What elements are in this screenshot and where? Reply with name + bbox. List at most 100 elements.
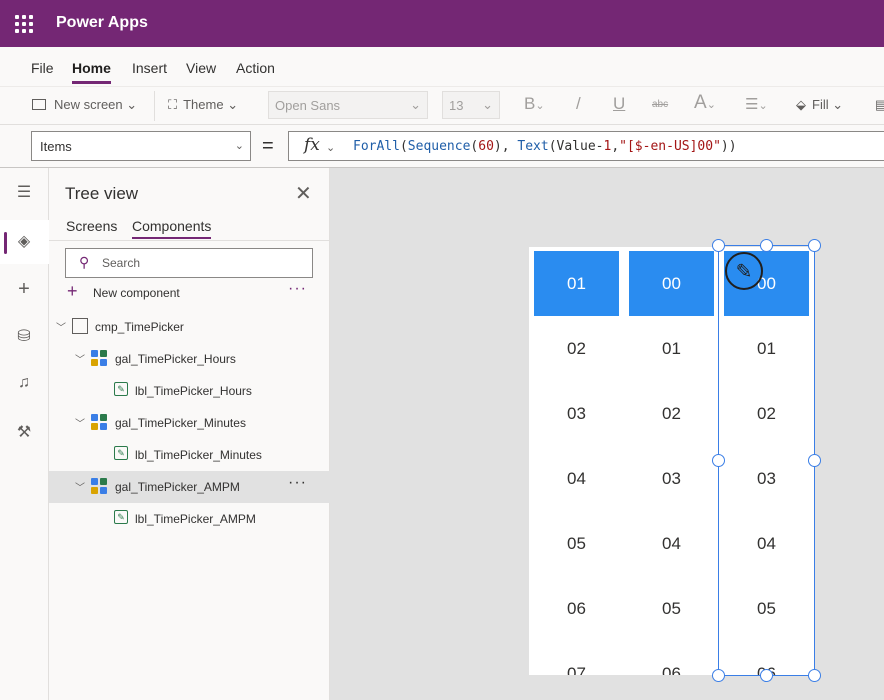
property-select[interactable]: Items ⌄ — [31, 131, 251, 161]
chevron-down-icon: ⌄ — [227, 97, 239, 112]
menu-file[interactable]: File — [31, 60, 54, 76]
formula-token: , — [611, 139, 620, 154]
fill-label: Fill — [812, 97, 829, 112]
gallery-item[interactable]: 06 — [529, 576, 624, 641]
gallery-item-selected[interactable]: 00 — [629, 251, 714, 316]
tree-node-gal-ampm[interactable]: ﹀ gal_TimePicker_AMPM ··· — [49, 471, 330, 503]
resize-handle[interactable] — [808, 239, 821, 252]
menu-insert[interactable]: Insert — [132, 60, 167, 76]
resize-handle[interactable] — [808, 454, 821, 467]
resize-handle[interactable] — [760, 239, 773, 252]
more-options-icon[interactable]: ··· — [288, 474, 307, 492]
app-launcher-icon[interactable] — [15, 15, 33, 33]
edit-pencil-icon[interactable]: ✎ — [725, 252, 763, 290]
tree-node-gal-hours[interactable]: ﹀ gal_TimePicker_Hours — [49, 343, 330, 375]
component-icon — [72, 318, 88, 334]
gallery-ampm[interactable]: 00 01 02 03 04 05 06 — [719, 247, 814, 675]
gallery-item-selected[interactable]: 01 — [534, 251, 619, 316]
tree-node-label: gal_TimePicker_Minutes — [115, 416, 246, 430]
gallery-item[interactable]: 05 — [624, 576, 719, 641]
formula-token: 60 — [478, 139, 494, 154]
gallery-item[interactable]: 03 — [529, 381, 624, 446]
ribbon-toolbar: New screen ⌄ ⛶ Theme ⌄ Open Sans ⌄ 13 ⌄ B… — [0, 87, 884, 125]
chevron-down-icon[interactable]: ﹀ — [75, 479, 85, 494]
paint-bucket-icon: ⬙ — [796, 97, 806, 112]
bold-button[interactable]: B⌄ — [524, 94, 545, 114]
gallery-item[interactable]: 07 — [529, 641, 624, 676]
gallery-item[interactable]: 04 — [624, 511, 719, 576]
new-component-button[interactable]: + New component — [67, 281, 180, 301]
resize-handle[interactable] — [712, 669, 725, 682]
equals-sign: = — [262, 135, 274, 157]
layers-icon[interactable]: ◈ — [14, 231, 34, 251]
gallery-item[interactable]: 03 — [719, 446, 814, 511]
border-icon[interactable]: ▤ — [875, 97, 884, 113]
align-button[interactable]: ☰⌄ — [745, 95, 768, 113]
font-color-button[interactable]: A⌄ — [694, 92, 716, 114]
gallery-item[interactable]: 02 — [529, 316, 624, 381]
chevron-down-icon[interactable]: ﹀ — [75, 415, 85, 430]
formula-input[interactable]: ForAll(Sequence(60), Text(Value-1,"[$-en… — [345, 131, 884, 161]
media-icon[interactable]: ♫ — [14, 374, 34, 394]
tree-node-cmp-timepicker[interactable]: ﹀ cmp_TimePicker — [49, 311, 330, 343]
gallery-item[interactable]: 04 — [719, 511, 814, 576]
tree-node-lbl-hours[interactable]: ✎ lbl_TimePicker_Hours — [49, 375, 330, 407]
tab-screens[interactable]: Screens — [66, 218, 117, 234]
tree-node-gal-minutes[interactable]: ﹀ gal_TimePicker_Minutes — [49, 407, 330, 439]
advanced-tools-icon[interactable]: ⚒ — [14, 422, 34, 442]
theme-label: Theme — [183, 97, 224, 112]
gallery-item[interactable]: 01 — [624, 316, 719, 381]
gallery-item[interactable]: 06 — [624, 641, 719, 676]
theme-button[interactable]: ⛶ Theme ⌄ — [168, 97, 238, 113]
insert-plus-icon[interactable]: + — [14, 278, 34, 300]
gallery-icon — [91, 350, 107, 366]
font-family-value: Open Sans — [275, 98, 341, 113]
new-screen-button[interactable]: New screen ⌄ — [32, 97, 137, 113]
formula-token: ForAll — [353, 139, 400, 154]
fx-button[interactable]: fx ⌄ — [288, 131, 346, 161]
underline-button[interactable]: U — [613, 94, 625, 114]
gallery-hours[interactable]: 01 02 03 04 05 06 07 — [529, 247, 624, 675]
gallery-item[interactable]: 03 — [624, 446, 719, 511]
font-family-select[interactable]: Open Sans ⌄ — [268, 91, 428, 119]
more-options-icon[interactable]: ··· — [288, 280, 307, 298]
search-input[interactable]: ⚲ Search — [65, 248, 313, 278]
resize-handle[interactable] — [760, 669, 773, 682]
tab-components[interactable]: Components — [132, 218, 212, 239]
chevron-down-icon: ⌄ — [126, 97, 138, 112]
chevron-down-icon: ⌄ — [410, 97, 421, 112]
gallery-minutes[interactable]: 00 01 02 03 04 05 06 — [624, 247, 719, 675]
formula-bar: Items ⌄ = fx ⌄ ForAll(Sequence(60), Text… — [0, 125, 884, 168]
data-cylinder-icon[interactable]: ⛁ — [14, 326, 34, 346]
resize-handle[interactable] — [712, 454, 725, 467]
resize-handle[interactable] — [808, 669, 821, 682]
formula-token: "[$-en-US]00" — [619, 139, 721, 154]
menu-view[interactable]: View — [186, 60, 216, 76]
property-value: Items — [40, 139, 72, 154]
strikethrough-button[interactable]: abc — [652, 99, 668, 110]
tree-node-lbl-minutes[interactable]: ✎ lbl_TimePicker_Minutes — [49, 439, 330, 471]
menu-home[interactable]: Home — [72, 60, 111, 84]
chevron-down-icon: ⌄ — [832, 97, 844, 112]
gallery-item[interactable]: 02 — [719, 381, 814, 446]
chevron-down-icon[interactable]: ﹀ — [75, 351, 85, 366]
resize-handle[interactable] — [712, 239, 725, 252]
theme-icon: ⛶ — [168, 97, 178, 112]
gallery-item[interactable]: 02 — [624, 381, 719, 446]
hamburger-menu-icon[interactable]: ☰ — [14, 182, 34, 202]
menu-action[interactable]: Action — [236, 60, 275, 76]
tree-node-lbl-ampm[interactable]: ✎ lbl_TimePicker_AMPM — [49, 503, 330, 535]
gallery-item[interactable]: 04 — [529, 446, 624, 511]
gallery-item[interactable]: 05 — [719, 576, 814, 641]
fill-button[interactable]: ⬙ Fill ⌄ — [796, 97, 843, 113]
gallery-item[interactable]: 01 — [719, 316, 814, 381]
tree-node-label: lbl_TimePicker_Minutes — [135, 448, 262, 462]
component-preview[interactable]: 01 02 03 04 05 06 07 00 01 02 03 04 05 0… — [529, 247, 815, 675]
label-icon: ✎ — [114, 510, 128, 524]
chevron-down-icon[interactable]: ﹀ — [56, 319, 66, 334]
gallery-item[interactable]: 05 — [529, 511, 624, 576]
font-size-select[interactable]: 13 ⌄ — [442, 91, 500, 119]
italic-button[interactable]: / — [576, 94, 581, 114]
tree-node-label: gal_TimePicker_AMPM — [115, 480, 240, 494]
close-icon[interactable]: ✕ — [295, 181, 312, 206]
